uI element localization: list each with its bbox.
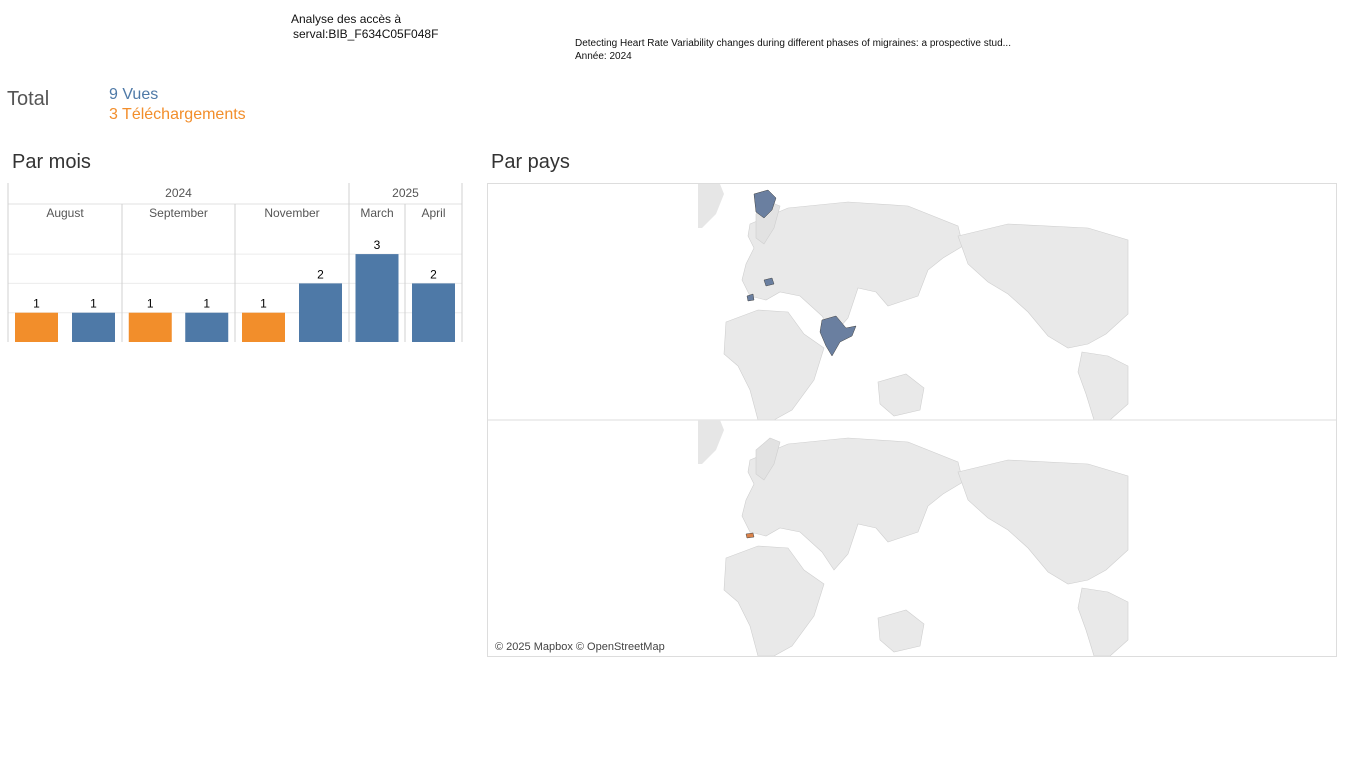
bar-views	[355, 254, 399, 342]
publication-title: Detecting Heart Rate Variability changes…	[575, 38, 1011, 49]
publication-year: Année: 2024	[575, 51, 632, 62]
total-views: 9 Vues	[109, 86, 159, 103]
title-line-2: serval:BIB_F634C05F048F	[293, 27, 439, 41]
data-label: 2	[317, 267, 324, 281]
bar-views	[299, 283, 342, 342]
month-label: November	[264, 206, 319, 220]
land-south-america-2	[1077, 587, 1129, 657]
map-panel-views	[698, 184, 1129, 421]
world-map-svg	[488, 184, 1336, 657]
bar-views	[185, 312, 229, 342]
land-australia-2	[877, 609, 925, 653]
month-label: March	[360, 206, 393, 220]
land-north-america-2	[957, 459, 1129, 585]
data-label: 1	[260, 297, 267, 311]
country-switzerland[interactable]	[745, 532, 755, 539]
total-downloads: 3 Téléchargements	[109, 106, 246, 123]
total-label: Total	[7, 88, 50, 110]
bar-views	[412, 283, 455, 342]
year-label: 2025	[392, 186, 419, 200]
section-title-by-country: Par pays	[491, 151, 570, 173]
map-panel-downloads	[698, 420, 1129, 657]
monthly-bar-chart: 2024 2025 August 1 1 September 1 1 November 1 2 Mar…	[7, 183, 463, 342]
bar-downloads	[242, 312, 285, 342]
data-label: 1	[33, 297, 40, 311]
data-label: 1	[147, 297, 154, 311]
land-greenland-2	[698, 420, 724, 464]
year-label: 2024	[165, 186, 192, 200]
bar-views	[72, 312, 115, 342]
bar-downloads	[128, 312, 172, 342]
country-map[interactable]	[487, 183, 1337, 657]
data-label: 1	[90, 297, 97, 311]
month-label: September	[149, 206, 208, 220]
month-label: April	[421, 206, 445, 220]
bar-downloads	[15, 312, 58, 342]
page-title: Analyse des accès à serval:BIB_F634C05F0…	[291, 12, 438, 42]
map-attribution: © 2025 Mapbox © OpenStreetMap	[495, 641, 665, 653]
data-label: 1	[203, 297, 210, 311]
land-africa-2	[723, 545, 825, 657]
data-label: 3	[374, 238, 381, 252]
title-line-1: Analyse des accès à	[291, 12, 402, 26]
section-title-by-month: Par mois	[12, 151, 91, 173]
publication-info: Detecting Heart Rate Variability changes…	[575, 37, 1011, 63]
month-label: August	[46, 206, 84, 220]
data-label: 2	[430, 267, 437, 281]
